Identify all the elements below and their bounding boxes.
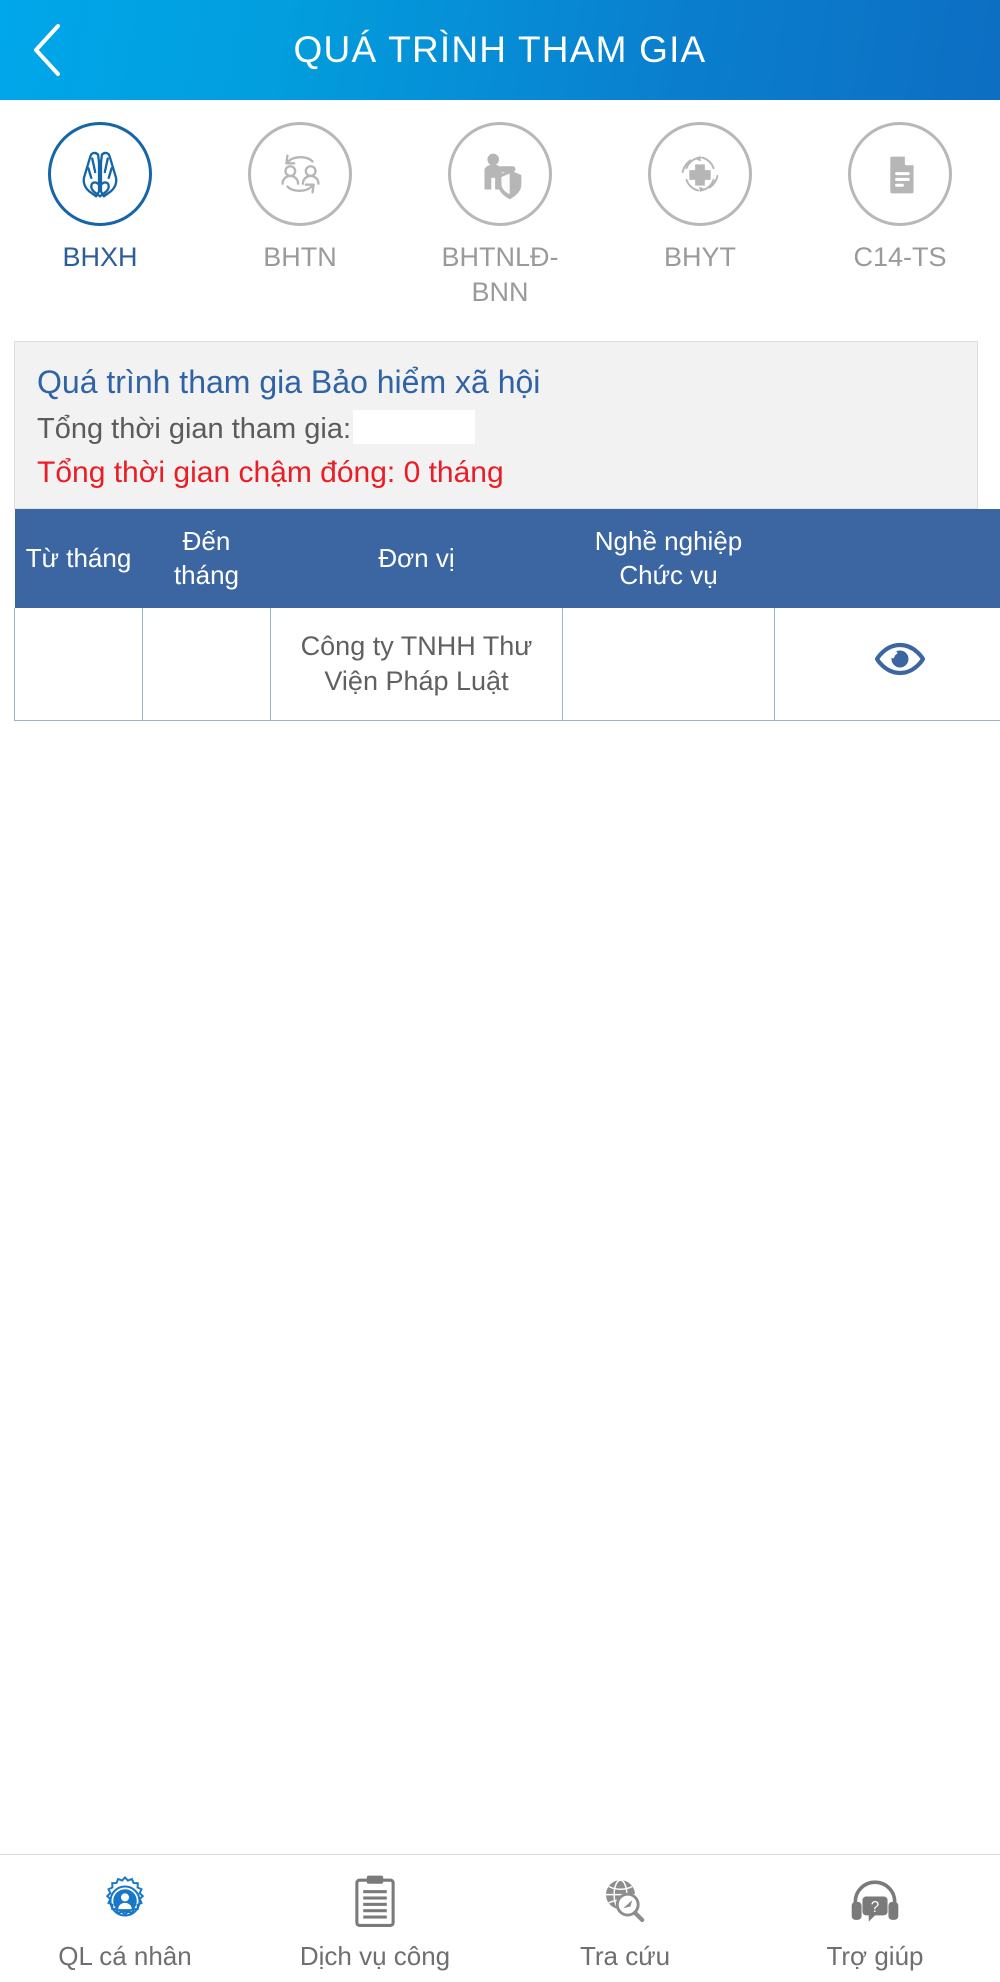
view-detail-button[interactable] <box>874 642 925 676</box>
table-header-row: Từ tháng Đến tháng Đơn vị Nghề nghiệp Ch… <box>14 508 1000 609</box>
column-header-from-month: Từ tháng <box>14 508 143 609</box>
bottom-navigation: QL cá nhân Dịch vụ công Tra cứu ? Trợ gi… <box>0 1854 1000 1982</box>
summary-panel: Quá trình tham gia Bảo hiểm xã hội Tổng … <box>14 341 978 509</box>
people-exchange-icon <box>281 154 320 194</box>
table-header: Từ tháng Đến tháng Đơn vị Nghề nghiệp Ch… <box>14 508 1000 609</box>
app-screen: QUÁ TRÌNH THAM GIA BHXH BHTN BHTNLĐ-BNN … <box>0 0 1000 1982</box>
document-lines-icon <box>890 156 914 194</box>
tab-c14-ts-label: C14-TS <box>853 242 947 272</box>
medical-cross-refresh-icon <box>681 155 719 193</box>
category-tabs: BHXH BHTN BHTNLĐ-BNN BHYT C14-TS <box>0 100 1000 320</box>
nav-label-dich-vu-cong: Dịch vụ công <box>299 1941 451 1971</box>
nav-label-ql-ca-nhan: QL cá nhân <box>58 1941 192 1971</box>
clipboard-icon <box>355 1875 395 1928</box>
tab-bhtn[interactable]: BHTN <box>200 122 400 275</box>
cell-job <box>562 608 775 721</box>
globe-search-icon <box>605 1879 645 1923</box>
tab-bhxh[interactable]: BHXH <box>0 122 200 275</box>
tab-bhtnld-bnn-circle <box>448 122 552 226</box>
tab-c14-ts-circle <box>848 122 952 226</box>
nav-icon-wrap-tra-cuu <box>596 1871 654 1931</box>
summary-late-payment: Tổng thời gian chậm đóng: 0 tháng <box>37 455 504 489</box>
column-header-unit: Đơn vị <box>270 508 563 609</box>
cell-unit: Công ty TNHH Thư Viện Pháp Luật <box>270 608 563 721</box>
tab-bhyt-circle <box>648 122 752 226</box>
summary-title: Quá trình tham gia Bảo hiểm xã hội <box>37 364 541 401</box>
back-button[interactable] <box>0 0 96 100</box>
gear-person-icon <box>105 1875 145 1917</box>
tab-bhyt-label: BHYT <box>663 242 736 272</box>
summary-total-time-label: Tổng thời gian tham gia: <box>37 413 352 446</box>
chevron-left-icon <box>34 24 60 76</box>
table-row[interactable]: Công ty TNHH Thư Viện Pháp Luật <box>14 608 1000 721</box>
summary-total-time-value-redacted <box>353 410 476 445</box>
tab-c14-ts[interactable]: C14-TS <box>800 122 1000 275</box>
column-header-job: Nghề nghiệp Chức vụ <box>562 508 775 609</box>
headset-help-icon: ? <box>851 1880 899 1922</box>
eye-icon <box>874 643 925 676</box>
nav-label-tro-giup: Trợ giúp <box>826 1941 924 1971</box>
nav-item-tro-giup[interactable]: ? Trợ giúp <box>750 1855 1000 1982</box>
tab-bhtnld-bnn[interactable]: BHTNLĐ-BNN <box>400 122 600 309</box>
column-header-action <box>774 508 1000 609</box>
nav-icon-wrap-dich-vu-cong <box>349 1871 401 1931</box>
nav-icon-wrap-ql-ca-nhan <box>96 1871 154 1931</box>
cell-to-month <box>142 608 271 721</box>
tab-bhtn-label: BHTN <box>263 242 337 272</box>
cell-action <box>774 608 1000 721</box>
tab-bhxh-circle <box>48 122 152 226</box>
participation-table: Từ tháng Đến tháng Đơn vị Nghề nghiệp Ch… <box>14 508 1000 721</box>
summary-total-time-row: Tổng thời gian tham gia: <box>37 410 955 449</box>
tab-bhtnld-bnn-label: BHTNLĐ-BNN <box>441 242 559 307</box>
tab-bhyt[interactable]: BHYT <box>600 122 800 275</box>
praying-hands-heart-icon <box>82 151 118 198</box>
tab-bhxh-label: BHXH <box>62 242 138 272</box>
table-body: Công ty TNHH Thư Viện Pháp Luật <box>14 608 1000 721</box>
nav-label-tra-cuu: Tra cứu <box>579 1941 671 1971</box>
nav-item-tra-cuu[interactable]: Tra cứu <box>500 1855 750 1982</box>
content-spacer <box>0 720 1000 1854</box>
app-header: QUÁ TRÌNH THAM GIA <box>0 0 1000 100</box>
participation-table-wrap[interactable]: Từ tháng Đến tháng Đơn vị Nghề nghiệp Ch… <box>14 508 1000 721</box>
nav-item-ql-ca-nhan[interactable]: QL cá nhân <box>0 1855 250 1982</box>
column-header-to-month: Đến tháng <box>142 508 271 609</box>
svg-text:?: ? <box>871 1899 879 1916</box>
tab-bhtn-circle <box>248 122 352 226</box>
nav-icon-wrap-tro-giup: ? <box>846 1871 904 1931</box>
page-title: QUÁ TRÌNH THAM GIA <box>293 29 707 70</box>
worker-shield-icon <box>484 153 522 200</box>
nav-item-dich-vu-cong[interactable]: Dịch vụ công <box>250 1855 500 1982</box>
cell-from-month <box>14 608 143 721</box>
